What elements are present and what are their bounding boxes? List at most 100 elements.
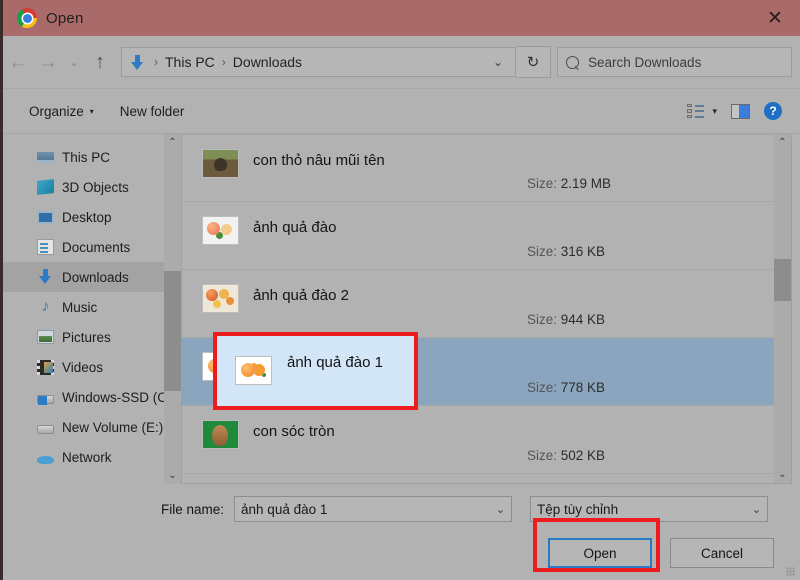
scroll-up-icon[interactable]: ⌃	[164, 134, 181, 151]
back-button[interactable]: ←	[3, 47, 33, 77]
sidebar-item-label: Downloads	[62, 270, 129, 285]
size-label: Size:	[527, 176, 557, 191]
sidebar-item-downloads[interactable]: Downloads	[3, 262, 181, 292]
dialog-body: This PC 3D Objects Desktop Documents Dow…	[3, 134, 800, 484]
file-name: ảnh quả đào 2	[253, 287, 349, 304]
cube-icon	[37, 179, 54, 195]
scroll-down-icon[interactable]: ⌄	[164, 467, 181, 484]
navpane-scroll-track[interactable]	[164, 151, 181, 467]
table-row[interactable]: con thỏ nâu mũi tên Size: 2.19 MB	[182, 134, 774, 202]
chevron-down-icon[interactable]: ▾	[712, 106, 717, 117]
breadcrumb[interactable]: › This PC › Downloads ⌄	[121, 47, 516, 77]
sidebar-item-label: This PC	[62, 150, 110, 165]
filename-row: File name: ảnh quả đào 1 ⌄ Tệp tùy chỉnh…	[3, 484, 800, 522]
desktop-icon	[37, 211, 54, 224]
scroll-down-icon[interactable]: ⌄	[774, 466, 791, 483]
network-icon	[37, 456, 54, 464]
list-view-icon[interactable]	[687, 104, 704, 119]
filetype-select[interactable]: Tệp tùy chỉnh ⌄	[530, 496, 768, 522]
sidebar-item-music[interactable]: ♪ Music	[3, 292, 181, 322]
windows-drive-icon	[37, 395, 54, 404]
file-list-pane: con thỏ nâu mũi tên Size: 2.19 MB ảnh qu…	[181, 134, 792, 484]
sidebar-item-desktop[interactable]: Desktop	[3, 202, 181, 232]
sidebar-item-videos[interactable]: Videos	[3, 352, 181, 382]
sidebar-item-label: Videos	[62, 360, 103, 375]
sidebar-item-3d-objects[interactable]: 3D Objects	[3, 172, 181, 202]
sidebar-item-label: Documents	[62, 240, 130, 255]
documents-icon	[37, 239, 54, 255]
size-label: Size:	[527, 244, 557, 259]
sidebar-item-label: Pictures	[62, 330, 111, 345]
picture-icon	[37, 330, 54, 344]
size-value: 502 KB	[561, 448, 605, 463]
music-note-icon: ♪	[37, 299, 54, 315]
resize-grip[interactable]	[786, 567, 795, 576]
breadcrumb-item-downloads[interactable]: Downloads	[233, 54, 302, 70]
navigation-pane: This PC 3D Objects Desktop Documents Dow…	[3, 134, 181, 484]
forward-button[interactable]: →	[33, 47, 63, 77]
file-list-scroll-thumb[interactable]	[774, 259, 791, 301]
recent-locations-button[interactable]: ⌄	[63, 47, 85, 77]
open-button[interactable]: Open	[548, 538, 652, 568]
file-size: Size: 502 KB	[182, 448, 774, 463]
close-icon[interactable]: ✕	[750, 0, 800, 36]
chevron-down-icon[interactable]: ⌄	[489, 55, 507, 69]
breadcrumb-separator-2: ›	[222, 55, 226, 69]
title-bar: Open ✕	[3, 0, 800, 36]
table-row[interactable]: ảnh quả đào 2 Size: 944 KB	[182, 270, 774, 338]
file-thumbnail	[202, 284, 239, 313]
filename-value: ảnh quả đào 1	[241, 502, 327, 517]
cancel-button[interactable]: Cancel	[670, 538, 774, 568]
scroll-up-icon[interactable]: ⌃	[774, 134, 791, 151]
sidebar-item-windows-ssd[interactable]: Windows-SSD (C	[3, 382, 181, 412]
size-value: 2.19 MB	[561, 176, 611, 191]
sidebar-item-pictures[interactable]: Pictures	[3, 322, 181, 352]
window-title: Open	[46, 10, 84, 27]
organize-button[interactable]: Organize ▾	[29, 104, 94, 119]
sidebar-item-label: Network	[62, 450, 112, 465]
search-input[interactable]: Search Downloads	[557, 47, 792, 77]
chevron-down-icon[interactable]: ⌄	[752, 503, 761, 516]
video-icon	[37, 360, 54, 375]
sidebar-item-label: New Volume (E:)	[62, 420, 163, 435]
sidebar-item-network[interactable]: Network	[3, 442, 181, 472]
drive-icon	[37, 425, 54, 434]
table-row[interactable]: ảnh quả đào Size: 316 KB	[182, 202, 774, 270]
filetype-value: Tệp tùy chỉnh	[537, 502, 618, 517]
file-list-scroll-track[interactable]	[774, 151, 791, 466]
file-list-scrollbar[interactable]: ⌃ ⌄	[774, 134, 791, 483]
size-label: Size:	[527, 448, 557, 463]
new-folder-button[interactable]: New folder	[120, 104, 185, 119]
breadcrumb-item-this-pc[interactable]: This PC	[165, 54, 215, 70]
breadcrumb-separator-1: ›	[154, 55, 158, 69]
size-value: 778 KB	[561, 380, 605, 395]
chevron-down-icon[interactable]: ⌄	[496, 503, 505, 516]
downloads-arrow-icon	[130, 55, 145, 70]
filename-label: File name:	[161, 502, 224, 517]
file-name: ảnh quả đào 1	[287, 354, 383, 371]
chrome-logo-icon	[17, 8, 37, 28]
search-icon	[563, 53, 581, 71]
dialog-footer: File name: ảnh quả đào 1 ⌄ Tệp tùy chỉnh…	[3, 484, 800, 580]
sidebar-item-label: Desktop	[62, 210, 112, 225]
help-icon[interactable]: ?	[764, 102, 782, 120]
file-thumbnail	[202, 149, 239, 178]
navpane-scroll-thumb[interactable]	[164, 271, 181, 391]
table-row[interactable]: con sóc tròn Size: 502 KB	[182, 406, 774, 474]
file-name: ảnh quả đào	[253, 219, 336, 236]
annotation-highlight-fill: ảnh quả đào 1	[217, 336, 414, 406]
up-button[interactable]: ↑	[85, 47, 115, 77]
preview-pane-icon[interactable]	[731, 104, 750, 119]
file-thumbnail	[235, 356, 272, 385]
file-thumbnail	[202, 420, 239, 449]
file-thumbnail	[202, 216, 239, 245]
sidebar-item-new-volume[interactable]: New Volume (E:)	[3, 412, 181, 442]
navpane-scrollbar[interactable]: ⌃ ⌄	[164, 134, 181, 484]
refresh-button[interactable]: ↻	[516, 46, 551, 78]
sidebar-item-this-pc[interactable]: This PC	[3, 142, 181, 172]
sidebar-item-documents[interactable]: Documents	[3, 232, 181, 262]
file-name: con sóc tròn	[253, 423, 335, 440]
size-label: Size:	[527, 312, 557, 327]
sidebar-item-label: Music	[62, 300, 97, 315]
filename-input[interactable]: ảnh quả đào 1 ⌄	[234, 496, 512, 522]
